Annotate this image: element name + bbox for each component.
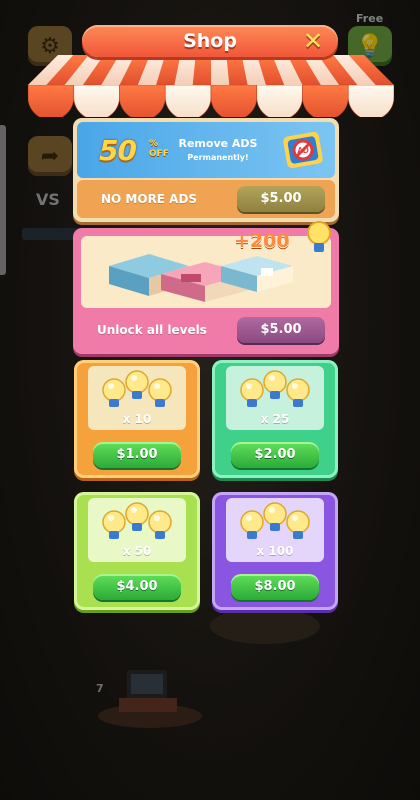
lightbulbs-icon: [240, 370, 310, 407]
bonus-hints-label: +200: [234, 230, 290, 252]
lightbulbs-icon: [240, 502, 310, 539]
lightbulbs-icon: [102, 502, 172, 539]
remove-ads-subtitle: Permanently!: [187, 153, 249, 162]
no-ads-icon: AD: [283, 131, 323, 169]
rooms-preview-image: [81, 236, 331, 308]
remove-ads-title: Remove ADS: [178, 137, 258, 150]
lightbulb-pack-25[interactable]: x 25 $2.00: [212, 360, 338, 478]
pack-25-count: x 25: [260, 412, 290, 426]
pack-100-buy-button[interactable]: $8.00: [231, 574, 319, 600]
lightbulb-pack-50[interactable]: x 50 $4.00: [74, 492, 200, 610]
remove-ads-row: NO MORE ADS $5.00: [77, 180, 335, 218]
pack-50-count: x 50: [122, 544, 152, 558]
pack-50-bulbs: x 50: [88, 498, 186, 562]
pack-10-bulbs: x 10: [88, 366, 186, 430]
remove-ads-offer[interactable]: 50 % OFF Remove ADS Permanently! AD NO MO…: [73, 118, 339, 222]
remove-ads-price-button[interactable]: $5.00: [237, 186, 325, 212]
no-more-ads-label: NO MORE ADS: [101, 192, 198, 206]
remove-ads-banner: 50 % OFF Remove ADS Permanently! AD: [77, 122, 335, 178]
pack-25-bulbs: x 25: [226, 366, 324, 430]
lightbulb-pack-100[interactable]: x 100 $8.00: [212, 492, 338, 610]
shop-title-bar: Shop: [82, 25, 338, 57]
shop-awning: [28, 55, 394, 117]
unlock-levels-price-button[interactable]: $5.00: [237, 317, 325, 343]
lightbulb-pack-10[interactable]: x 10 $1.00: [74, 360, 200, 478]
pack-100-count: x 100: [256, 544, 294, 558]
unlock-all-levels-label: Unlock all levels: [97, 323, 207, 337]
pack-25-buy-button[interactable]: $2.00: [231, 442, 319, 468]
no-ads-badge-text: AD: [297, 146, 309, 155]
lightbulbs-icon: [102, 370, 172, 407]
bonus-lightbulb-icon: [307, 221, 331, 252]
close-x-icon[interactable]: ✕: [301, 29, 325, 53]
discount-value: 50: [99, 134, 137, 167]
unlock-levels-offer[interactable]: Unlock all levels $5.00: [73, 228, 339, 354]
pack-10-buy-button[interactable]: $1.00: [93, 442, 181, 468]
pack-100-bulbs: x 100: [226, 498, 324, 562]
pack-50-buy-button[interactable]: $4.00: [93, 574, 181, 600]
shop-title: Shop: [183, 30, 237, 52]
pack-10-count: x 10: [122, 412, 152, 426]
